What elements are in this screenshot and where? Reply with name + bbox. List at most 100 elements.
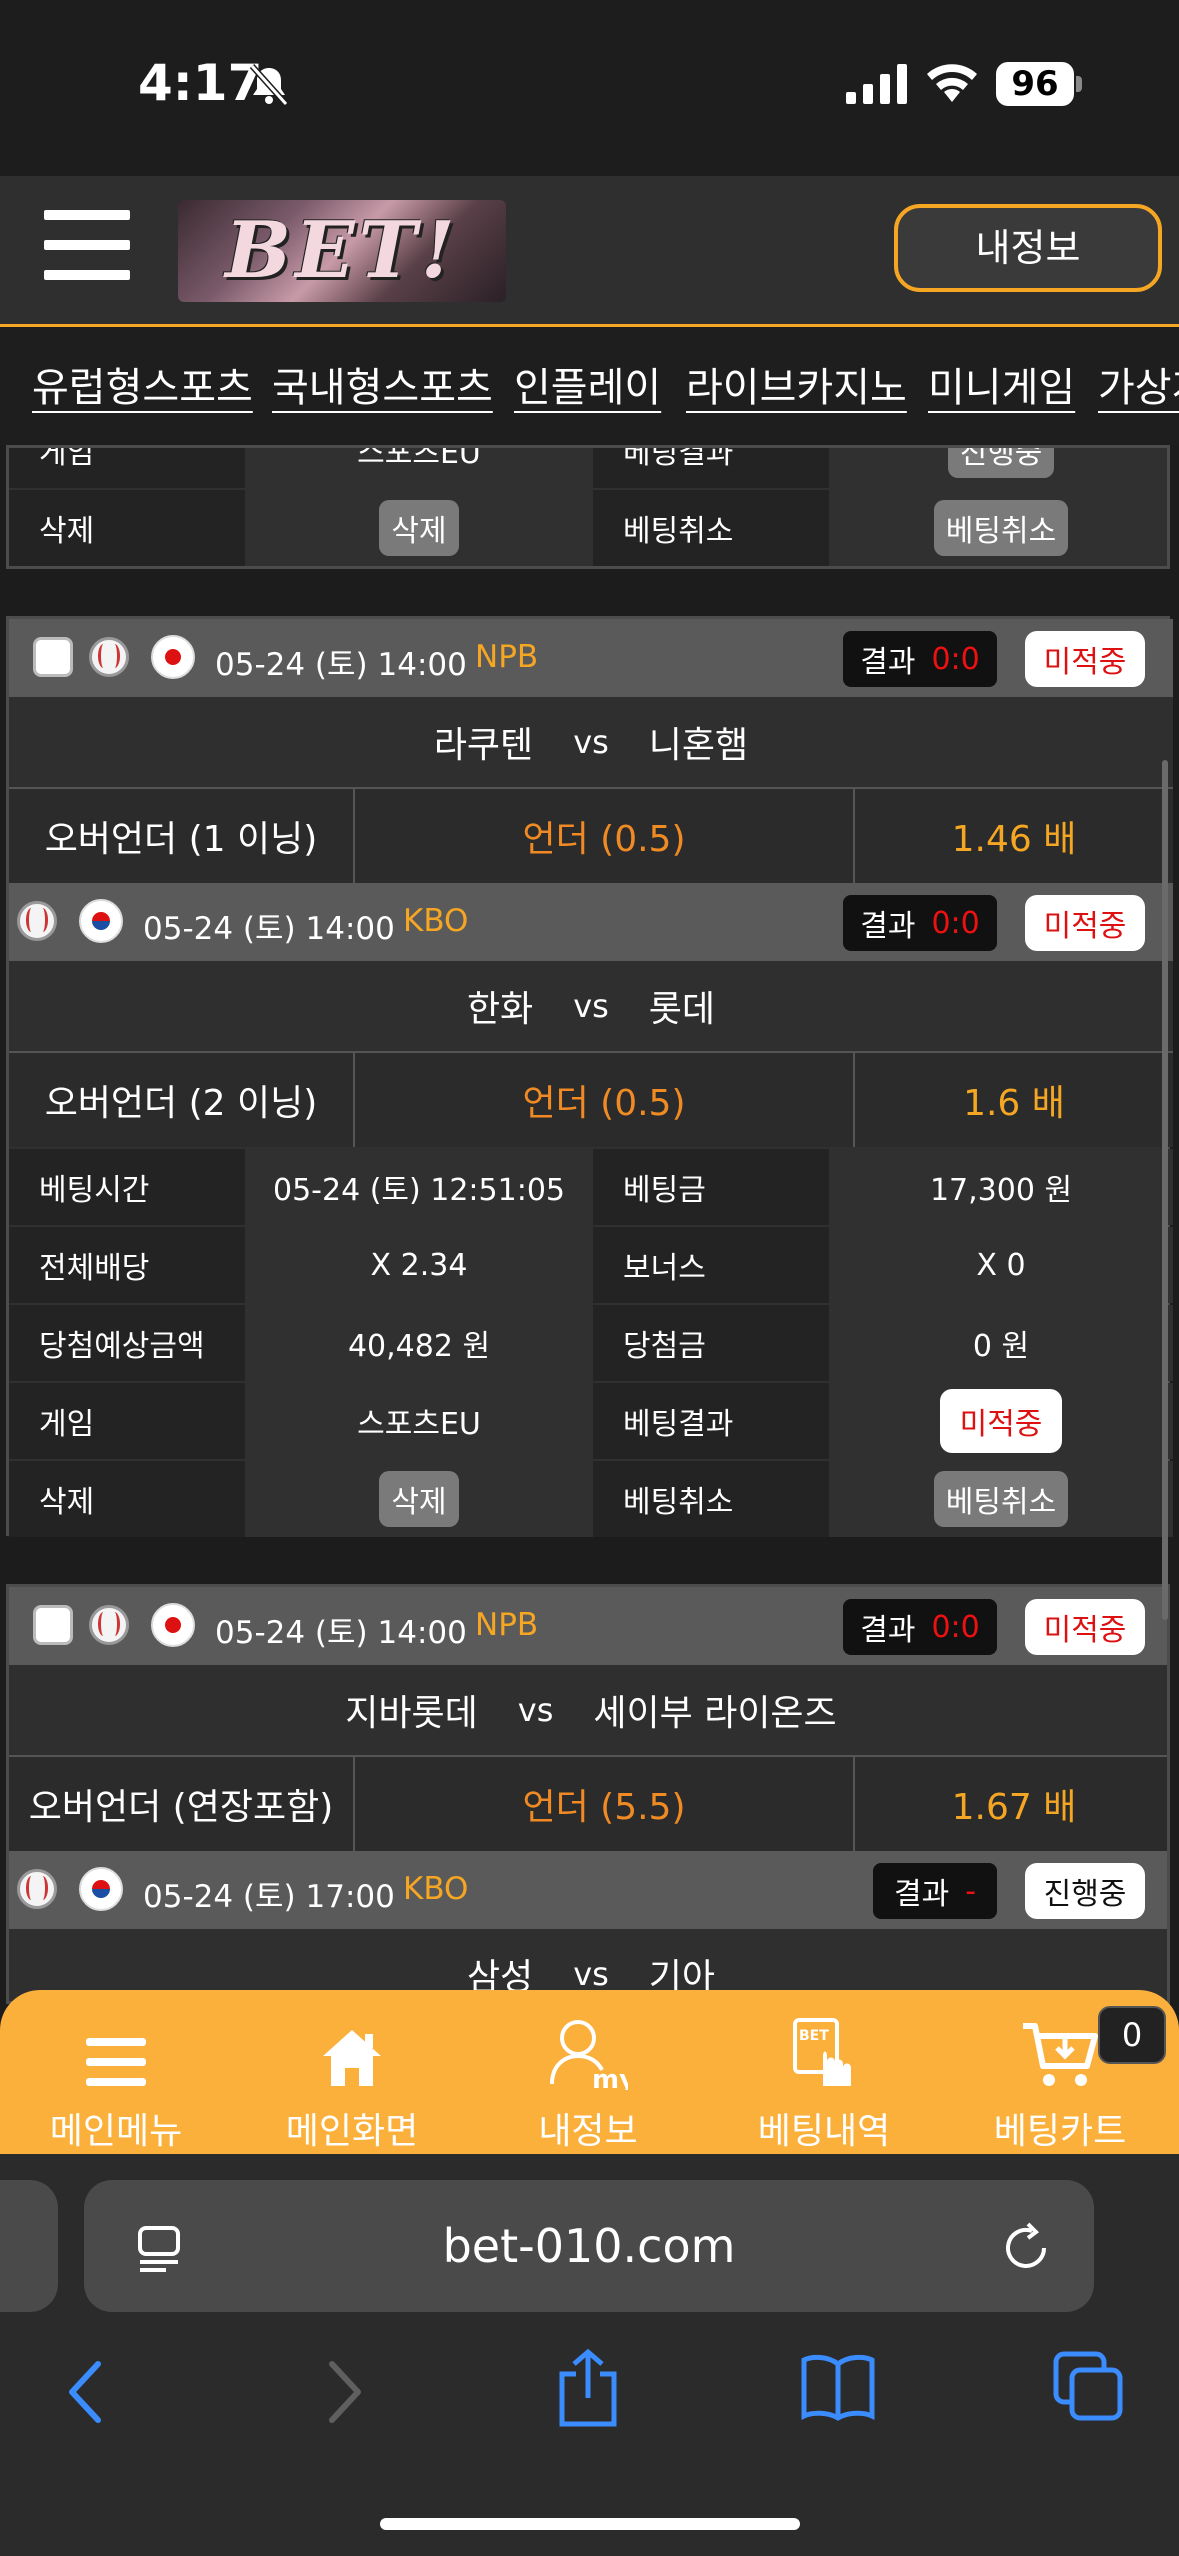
info-value: 스포츠EU xyxy=(245,448,593,488)
toolbar-my-info[interactable]: my 내정보 xyxy=(478,2010,698,2154)
info-label: 베팅결과 xyxy=(593,1383,829,1459)
nav-live-casino[interactable]: 라이브카지노 xyxy=(686,355,907,413)
vs-label: vs xyxy=(573,1955,609,1993)
user-my-icon: my xyxy=(478,2010,698,2090)
result-box: 결과 0:0 xyxy=(843,895,997,951)
bet-odds: 1.67 배 xyxy=(951,1787,1077,1828)
away-team: 세이부 라이온즈 xyxy=(593,1693,837,1734)
info-label: 베팅취소 xyxy=(593,490,829,566)
bet-card-partial: 게임 스포츠EU 베팅결과 진행중 삭제 삭제 베팅취소 베팅취소 xyxy=(6,445,1170,569)
share-icon[interactable] xyxy=(556,2348,620,2428)
toolbar-label: 베팅카트 xyxy=(993,2111,1127,2152)
result-box: 결과 - xyxy=(873,1863,997,1919)
home-icon xyxy=(242,2010,462,2090)
previous-tab-stub[interactable] xyxy=(0,2180,58,2312)
bet-row: 오버언더 (1 이닝) 언더 (0.5) 1.46 배 xyxy=(9,789,1173,883)
league-name: NPB xyxy=(475,1607,539,1643)
nav-european-sports[interactable]: 유럽형스포츠 xyxy=(32,355,253,413)
league-name: NPB xyxy=(475,639,539,675)
info-label: 삭제 xyxy=(9,1461,245,1537)
teams-line: 라쿠텐 vs 니혼햄 xyxy=(9,697,1173,787)
bet-card: 05-24 (토) 14:00 NPB 결과 0:0 미적중 지바롯데 vs 세이… xyxy=(6,1584,1170,2004)
home-team: 라쿠텐 xyxy=(433,725,534,766)
match-header: 05-24 (토) 14:00 KBO 결과 0:0 미적중 xyxy=(9,883,1173,961)
match-header: 05-24 (토) 14:00 NPB 결과 0:0 미적중 xyxy=(9,1587,1167,1665)
delete-button[interactable]: 삭제 xyxy=(379,500,459,556)
win-amount-value: 0 원 xyxy=(829,1305,1173,1381)
reload-icon[interactable] xyxy=(1000,2222,1052,2274)
toolbar-bet-history[interactable]: BET 베팅내역 xyxy=(714,2010,934,2154)
vs-label: vs xyxy=(573,723,609,761)
status-badge: 미적중 xyxy=(1025,631,1145,687)
menu-icon xyxy=(6,2010,226,2090)
bet-odds: 1.6 배 xyxy=(963,1083,1065,1124)
teams-line: 지바롯데 vs 세이부 라이온즈 xyxy=(9,1665,1167,1755)
teams-line: 한화 vs 롯데 xyxy=(9,961,1173,1051)
market-name: 오버언더 (연장포함) xyxy=(9,1757,355,1851)
info-label: 베팅취소 xyxy=(593,1461,829,1537)
match-date: 05-24 (토) 14:00 xyxy=(143,911,395,947)
home-indicator[interactable] xyxy=(380,2518,800,2530)
status-badge: 진행중 xyxy=(1025,1863,1145,1919)
info-label: 전체배당 xyxy=(9,1227,245,1303)
match-date: 05-24 (토) 14:00 xyxy=(215,647,467,683)
nav-inplay[interactable]: 인플레이 xyxy=(514,355,661,413)
logo-text: BET! xyxy=(225,205,459,296)
info-value: 삭제 xyxy=(245,490,593,566)
info-label: 베팅금 xyxy=(593,1149,829,1225)
toolbar-label: 메인메뉴 xyxy=(49,2111,183,2152)
svg-text:BET: BET xyxy=(799,2028,829,2044)
vs-label: vs xyxy=(573,987,609,1025)
toolbar-home[interactable]: 메인화면 xyxy=(242,2010,462,2154)
info-row: 삭제 삭제 베팅취소 베팅취소 xyxy=(9,490,1167,566)
info-row: 게임 스포츠EU 베팅결과 진행중 xyxy=(9,448,1167,490)
status-badge: 미적중 xyxy=(1025,895,1145,951)
nav-domestic-sports[interactable]: 국내형스포츠 xyxy=(272,355,493,413)
bet-pick: 언더 (0.5) xyxy=(355,789,855,883)
bet-time-value: 05-24 (토) 12:51:05 xyxy=(245,1149,593,1225)
bet-row: 오버언더 (2 이닝) 언더 (0.5) 1.6 배 xyxy=(9,1053,1173,1147)
info-value: 미적중 xyxy=(829,1383,1173,1459)
info-value: 베팅취소 xyxy=(829,490,1167,566)
toolbar-main-menu[interactable]: 메인메뉴 xyxy=(6,2010,226,2154)
bet-amount-value: 17,300 원 xyxy=(829,1149,1173,1225)
bookmarks-icon[interactable] xyxy=(800,2352,876,2422)
bet-odds: 1.46 배 xyxy=(951,819,1077,860)
select-checkbox[interactable] xyxy=(33,637,73,677)
nav-mini-game[interactable]: 미니게임 xyxy=(928,355,1075,413)
info-value: 진행중 xyxy=(829,448,1167,488)
info-label: 당첨예상금액 xyxy=(9,1305,245,1381)
url-text[interactable]: bet-010.com xyxy=(84,2180,1094,2312)
cancel-bet-button[interactable]: 베팅취소 xyxy=(933,1471,1069,1527)
toolbar-label: 내정보 xyxy=(538,2111,638,2152)
league-name: KBO xyxy=(403,1871,469,1907)
cancel-bet-button[interactable]: 베팅취소 xyxy=(933,500,1069,556)
info-value: 베팅취소 xyxy=(829,1461,1173,1537)
home-team: 지바롯데 xyxy=(345,1693,478,1734)
japan-flag-icon xyxy=(151,635,195,679)
delete-button[interactable]: 삭제 xyxy=(379,1471,459,1527)
svg-text:my: my xyxy=(592,2065,628,2090)
baseball-icon xyxy=(17,1869,57,1909)
info-row: 삭제 삭제 베팅취소 베팅취소 xyxy=(9,1461,1173,1539)
info-label: 삭제 xyxy=(9,490,245,566)
my-info-button[interactable]: 내정보 xyxy=(894,204,1162,292)
info-row: 게임 스포츠EU 베팅결과 미적중 xyxy=(9,1383,1173,1461)
bet-pick: 언더 (0.5) xyxy=(355,1053,855,1147)
market-name: 오버언더 (1 이닝) xyxy=(9,789,355,883)
cart-count-badge: 0 xyxy=(1098,2006,1166,2064)
back-arrow-icon[interactable] xyxy=(66,2360,106,2424)
total-odds-value: X 2.34 xyxy=(245,1227,593,1303)
battery-indicator: 96 xyxy=(996,62,1074,106)
nav-virtual-game[interactable]: 가상게임 xyxy=(1098,355,1179,413)
cellular-signal-icon xyxy=(846,64,907,104)
hamburger-menu-icon[interactable] xyxy=(44,210,130,280)
away-team: 니혼햄 xyxy=(648,725,749,766)
tabs-icon[interactable] xyxy=(1052,2350,1124,2422)
league-name: KBO xyxy=(403,903,469,939)
category-nav: 유럽형스포츠 국내형스포츠 인플레이 라이브카지노 미니게임 가상게임 xyxy=(0,327,1179,445)
forward-arrow-icon[interactable] xyxy=(324,2360,364,2424)
result-box: 결과 0:0 xyxy=(843,631,997,687)
page-scrollbar[interactable] xyxy=(1162,760,1168,1620)
select-checkbox[interactable] xyxy=(33,1605,73,1645)
